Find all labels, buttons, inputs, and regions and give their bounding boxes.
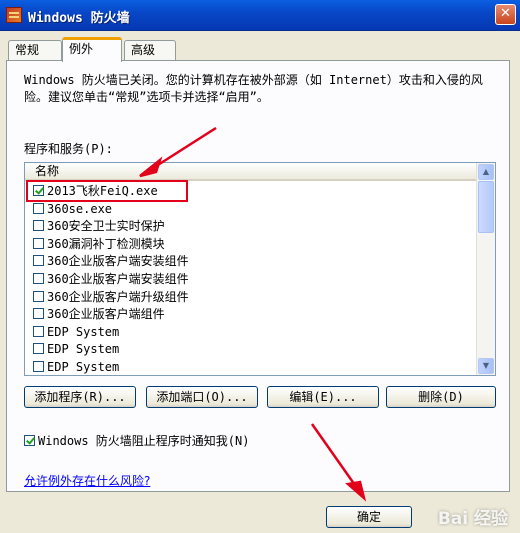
program-checkbox[interactable] [33,290,44,302]
vertical-scrollbar[interactable]: ▲ ▼ [476,163,495,375]
scroll-up-icon[interactable]: ▲ [478,164,494,180]
scroll-thumb[interactable] [478,181,494,233]
program-name: 360漏洞补丁检测模块 [47,236,165,251]
program-row[interactable]: 360企业版客户端组件 [25,306,477,324]
program-checkbox[interactable] [33,237,44,249]
notify-label: Windows 防火墙阻止程序时通知我(N) [38,434,250,448]
column-header-name[interactable]: 名称 [25,163,477,181]
window-title: Windows 防火墙 [28,11,130,26]
add-port-button[interactable]: 添加端口(O)... [146,386,258,408]
program-name: EDP System [47,359,120,374]
program-checkbox[interactable] [33,185,44,196]
title-bar: Windows 防火墙 ✕ [0,0,520,31]
program-checkbox[interactable] [33,325,44,337]
program-row[interactable]: EDP System [25,359,477,375]
program-row[interactable]: 360企业版客户端升级组件 [25,289,477,307]
scroll-down-icon[interactable]: ▼ [478,358,494,374]
program-name: 360se.exe [47,201,113,216]
program-checkbox[interactable] [33,360,44,372]
notify-option[interactable]: Windows 防火墙阻止程序时通知我(N) [24,432,249,449]
programs-label: 程序和服务(P): [24,142,113,156]
program-row[interactable]: 360企业版客户端安装组件 [25,271,477,289]
program-name: 360企业版客户端升级组件 [47,289,189,304]
program-name: EDP System [47,324,120,339]
program-name: 360安全卫士实时保护 [47,219,165,234]
program-row[interactable]: EDP System [25,341,477,359]
add-program-button[interactable]: 添加程序(R)... [24,386,136,408]
exceptions-risk-link[interactable]: 允许例外存在什么风险? [24,472,150,489]
edit-button[interactable]: 编辑(E)... [267,386,379,408]
program-name: 2013飞秋FeiQ.exe [47,184,158,198]
firewall-icon [6,7,22,23]
tab-general[interactable]: 常规 [8,40,62,60]
program-row[interactable]: EDP System [25,324,477,342]
firewall-off-warning: Windows 防火墙已关闭。您的计算机存在被外部源（如 Internet）攻击… [24,73,483,104]
program-name: EDP System [47,342,120,357]
program-checkbox[interactable] [33,255,44,267]
close-button[interactable]: ✕ [495,4,516,25]
program-name: 360企业版客户端安装组件 [47,254,189,269]
tab-advanced[interactable]: 高级 [124,40,176,60]
baidu-watermark: Bai 经验 [437,509,508,529]
program-row[interactable]: 360se.exe [25,201,477,219]
program-checkbox[interactable] [33,308,44,320]
program-checkbox[interactable] [33,272,44,284]
notify-checkbox[interactable] [24,435,35,446]
program-name: 360企业版客户端组件 [47,307,165,322]
ok-button[interactable]: 确定 [326,506,412,528]
programs-rows: 2013飞秋FeiQ.exe 360se.exe 360安全卫士实时保护 360漏洞补… [25,183,477,375]
programs-list[interactable]: 名称 2013飞秋FeiQ.exe 360se.exe 360安全卫士实时保护 360… [24,162,496,376]
program-checkbox[interactable] [33,202,44,214]
tab-exceptions[interactable]: 例外 [62,37,122,62]
program-checkbox[interactable] [33,343,44,355]
program-checkbox[interactable] [33,220,44,232]
program-row[interactable]: 360漏洞补丁检测模块 [25,236,477,254]
program-name: 360企业版客户端安装组件 [47,271,189,286]
delete-button[interactable]: 删除(D) [386,386,496,408]
program-row[interactable]: 360企业版客户端安装组件 [25,253,477,271]
program-row[interactable]: 2013飞秋FeiQ.exe [25,183,477,201]
program-row[interactable]: 360安全卫士实时保护 [25,218,477,236]
